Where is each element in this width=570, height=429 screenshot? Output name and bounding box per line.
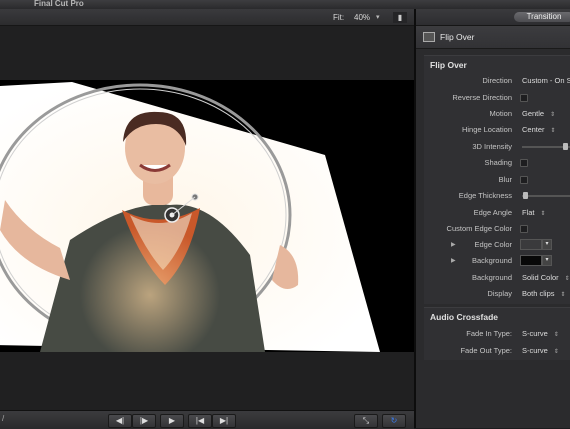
- reverse-direction-checkbox[interactable]: [520, 94, 528, 102]
- background-type-popup[interactable]: Solid Color ⇕: [522, 273, 570, 282]
- reverse-direction-label: Reverse Direction: [452, 93, 512, 102]
- shading-checkbox[interactable]: [520, 159, 528, 167]
- go-to-end-button[interactable]: ▶|: [212, 414, 236, 428]
- chevron-updown-icon: ⇕: [560, 292, 566, 298]
- disclosure-triangle-icon[interactable]: ▶: [451, 241, 456, 248]
- flip-over-section: Flip Over Direction Custom - On Scr Reve…: [424, 55, 570, 304]
- fade-in-type-popup[interactable]: S-curve ⇕: [522, 329, 559, 338]
- transition-icon: [423, 32, 435, 42]
- chevron-updown-icon: ⇕: [553, 332, 559, 338]
- custom-edge-color-checkbox[interactable]: [520, 225, 528, 233]
- 3d-intensity-slider-knob[interactable]: [563, 143, 569, 150]
- edge-angle-label: Edge Angle: [473, 208, 512, 217]
- fit-label: Fit:: [333, 13, 345, 22]
- display-label: Display: [487, 289, 512, 298]
- color-dropdown-icon[interactable]: ▾: [542, 239, 552, 250]
- next-frame-button[interactable]: |▶︎: [132, 414, 156, 428]
- zoom-fit-dropdown[interactable]: 40%: [354, 13, 370, 22]
- chevron-updown-icon: ⇕: [550, 112, 556, 118]
- edge-thickness-slider[interactable]: [522, 192, 570, 199]
- background-type-label: Background: [471, 273, 512, 282]
- custom-edge-color-label: Custom Edge Color: [446, 224, 512, 233]
- inspector-panel: Transition Flip Over Flip Over Direction…: [416, 9, 570, 428]
- zoom-dropdown-arrow-icon[interactable]: ▾: [376, 13, 380, 21]
- motion-label: Motion: [489, 109, 512, 118]
- app-title: Final Cut Pro: [34, 0, 84, 8]
- chevron-updown-icon: ⇕: [540, 211, 546, 217]
- color-dropdown-icon[interactable]: ▾: [542, 255, 552, 266]
- edge-color-swatch[interactable]: [520, 239, 542, 250]
- edge-thickness-slider-knob[interactable]: [523, 192, 529, 199]
- fade-out-type-popup[interactable]: S-curve ⇕: [522, 346, 559, 355]
- chevron-updown-icon: ⇕: [550, 128, 556, 134]
- background-color-swatch[interactable]: [520, 255, 542, 266]
- inspector-header: Flip Over: [416, 26, 570, 49]
- blur-label: Blur: [498, 175, 512, 184]
- section-title-audio-crossfade: Audio Crossfade: [430, 312, 499, 322]
- previous-frame-button[interactable]: ◀︎|: [108, 414, 132, 428]
- blur-checkbox[interactable]: [520, 176, 528, 184]
- motion-popup[interactable]: Gentle ⇕: [522, 109, 555, 118]
- inspector-tab-bar: Transition: [416, 9, 570, 26]
- hinge-location-popup[interactable]: Center ⇕: [522, 125, 556, 134]
- tab-transition[interactable]: Transition: [514, 12, 570, 22]
- background-color-label: Background: [471, 256, 512, 265]
- title-bar: Final Cut Pro: [0, 0, 570, 9]
- video-canvas[interactable]: [0, 80, 414, 352]
- go-to-start-button[interactable]: |◀: [188, 414, 212, 428]
- disclosure-triangle-icon[interactable]: ▶: [451, 257, 456, 264]
- hinge-location-label: Hinge Location: [461, 125, 512, 134]
- direction-popup[interactable]: Custom - On Scr: [522, 76, 570, 85]
- inspector-title: Flip Over: [440, 32, 475, 42]
- chevron-updown-icon: ⇕: [553, 349, 559, 355]
- edge-angle-popup[interactable]: Flat ⇕: [522, 208, 546, 217]
- viewer-header: Fit: 40% ▾ ▮: [0, 9, 414, 26]
- edge-thickness-label: Edge Thickness: [458, 191, 512, 200]
- transport-left-control[interactable]: /: [2, 414, 4, 423]
- transport-bar: / ◀︎| |▶︎ ▶ |◀ ▶| ⤡ ↻: [0, 410, 414, 429]
- audio-crossfade-section: Audio Crossfade Fade In Type: S-curve ⇕ F…: [424, 307, 570, 360]
- chevron-updown-icon: ⇕: [564, 276, 570, 282]
- view-options-button[interactable]: ▮: [393, 12, 407, 23]
- section-title-flip-over: Flip Over: [430, 60, 467, 70]
- fullscreen-icon[interactable]: ⤡: [354, 414, 378, 428]
- 3d-intensity-label: 3D Intensity: [472, 142, 512, 151]
- fade-in-type-label: Fade In Type:: [466, 329, 512, 338]
- display-popup[interactable]: Both clips ⇕: [522, 289, 566, 298]
- play-button[interactable]: ▶: [160, 414, 184, 428]
- shading-label: Shading: [484, 158, 512, 167]
- fade-out-type-label: Fade Out Type:: [460, 346, 512, 355]
- loop-icon[interactable]: ↻: [382, 414, 406, 428]
- video-frame-image: [0, 82, 380, 352]
- 3d-intensity-slider[interactable]: [522, 143, 570, 150]
- edge-color-label: Edge Color: [474, 240, 512, 249]
- direction-label: Direction: [482, 76, 512, 85]
